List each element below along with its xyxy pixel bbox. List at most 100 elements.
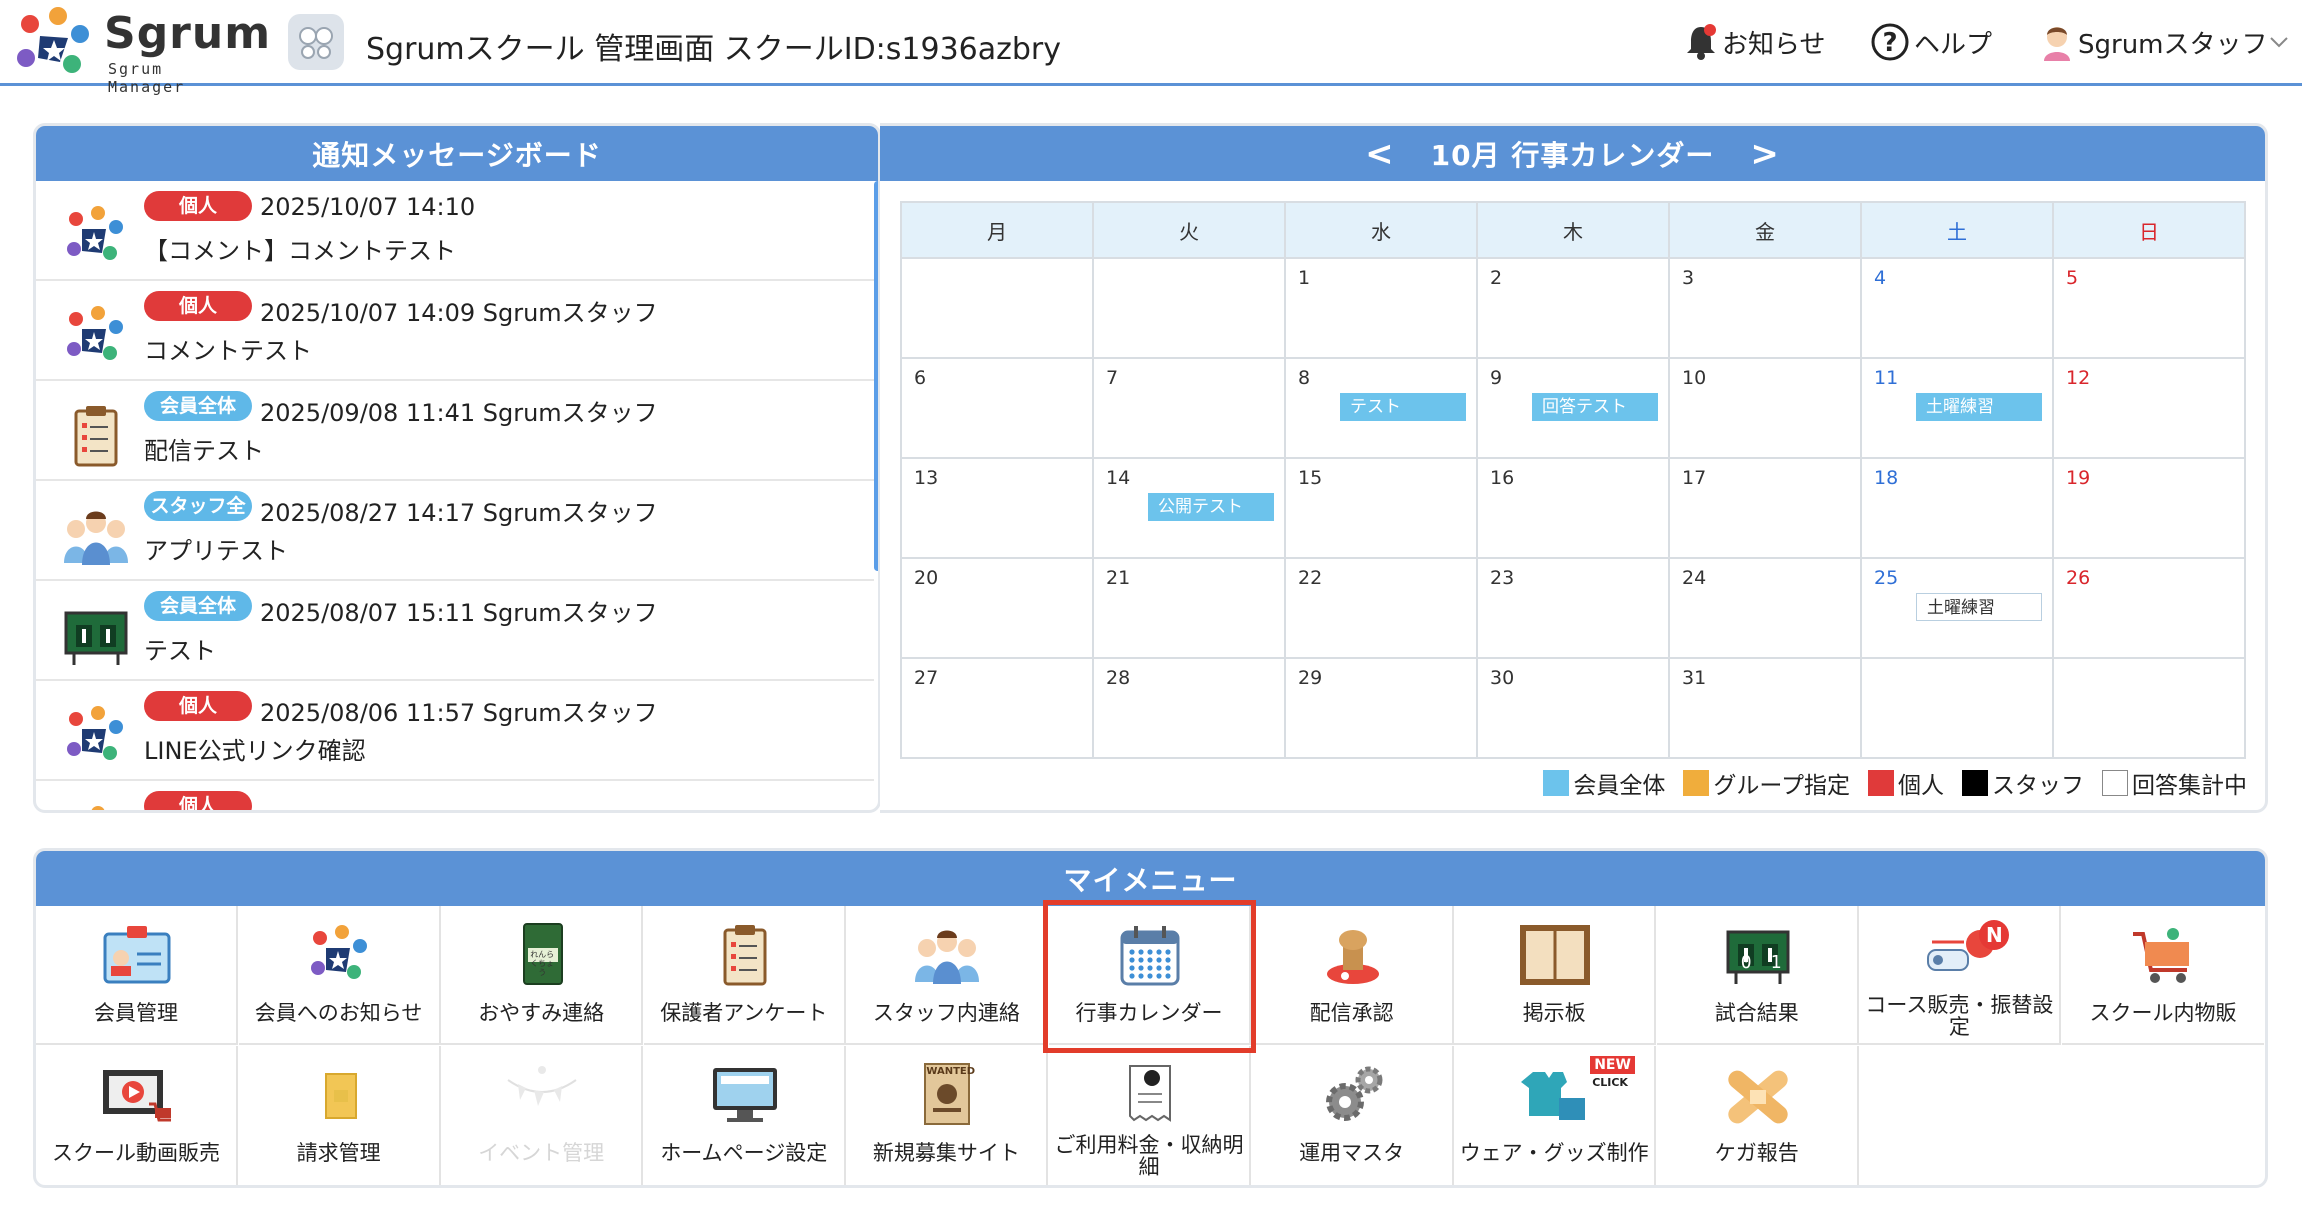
message-meta: 2025/08/06 11:57 Sgrumスタッフ: [260, 699, 658, 727]
help-link[interactable]: ? ヘルプ: [1870, 22, 1992, 62]
sgrum-logo[interactable]: Sgrum Sgrum Manager: [10, 6, 270, 96]
calendar-day[interactable]: 29: [1284, 657, 1478, 759]
message-meta: 2025/09/08 11:41 Sgrumスタッフ: [260, 399, 658, 427]
calendar-day[interactable]: 13: [900, 457, 1094, 559]
menu-item-label: ホームページ設定: [660, 1141, 828, 1165]
user-menu[interactable]: Sgrumスタッフ: [2040, 22, 2294, 62]
calendar-day[interactable]: 20: [900, 557, 1094, 659]
calendar-day[interactable]: 12: [2052, 357, 2246, 459]
notice-link[interactable]: お知らせ: [1684, 22, 1825, 62]
calendar-day[interactable]: 30: [1476, 657, 1670, 759]
calendar-day[interactable]: 19: [2052, 457, 2246, 559]
calendar-day[interactable]: 27: [900, 657, 1094, 759]
calendar-event[interactable]: テスト: [1340, 393, 1466, 421]
sgrum-logo-icon: [56, 701, 123, 761]
message-list[interactable]: 個人 2025/10/07 14:10 【コメント】コメントテスト 個人 2025/10…: [36, 181, 874, 810]
calendar-day[interactable]: 4: [1860, 257, 2054, 359]
calendar-day[interactable]: 28: [1092, 657, 1286, 759]
bulletin-board-icon: [1515, 920, 1595, 990]
menu-item-video-sale[interactable]: スクール動画販売: [36, 1046, 238, 1185]
calendar-day[interactable]: 24: [1668, 557, 1862, 659]
bandage-icon: [1718, 1060, 1798, 1130]
message-item[interactable]: 個人 2025/08/06 11:57 Sgrumスタッフ LINE公式リンク確認: [36, 681, 874, 781]
menu-item-bulletin-board[interactable]: 掲示板: [1454, 906, 1657, 1045]
calendar-event[interactable]: 公開テスト: [1148, 493, 1274, 521]
calendar-day[interactable]: 26: [2052, 557, 2246, 659]
menu-item-label: 会員管理: [94, 1001, 178, 1025]
calendar-day[interactable]: 22: [1284, 557, 1478, 659]
my-menu-panel: マイメニュー 会員管理 会員へのお知らせ おやすみ連絡 れんらくちょう 保護者アンケート…: [33, 848, 2268, 1188]
calendar-day[interactable]: 8 テスト: [1284, 357, 1478, 459]
calendar-day[interactable]: 6: [900, 357, 1094, 459]
calendar-day[interactable]: 25 土曜練習: [1860, 557, 2054, 659]
weekday-header: 水: [1284, 201, 1478, 259]
legend-item: スタッフ: [1962, 766, 2084, 800]
menu-item-staff-group[interactable]: スタッフ内連絡: [846, 906, 1049, 1045]
menu-item-course-sale[interactable]: コース販売・振替設定 N: [1859, 906, 2062, 1045]
menu-item-wanted-poster[interactable]: 新規募集サイト WANTED: [846, 1046, 1049, 1185]
calendar-day[interactable]: 15: [1284, 457, 1478, 559]
calendar-day[interactable]: 7: [1092, 357, 1286, 459]
calendar-day[interactable]: 16: [1476, 457, 1670, 559]
school-title: Sgrumスクール 管理画面 スクールID:s1936azbry: [366, 32, 1062, 67]
calendar-day[interactable]: 10: [1668, 357, 1862, 459]
menu-item-invoice-envelope[interactable]: 請求管理: [239, 1046, 441, 1185]
calendar-prev-button[interactable]: <: [1365, 134, 1395, 174]
menu-item-stamp[interactable]: 配信承認: [1251, 906, 1454, 1045]
day-number: 28: [1106, 667, 1131, 689]
menu-item-shopping-cart[interactable]: スクール内物販: [2062, 906, 2264, 1045]
menu-item-bandage[interactable]: ケガ報告: [1657, 1046, 1859, 1185]
message-item[interactable]: 個人 2025/10/07 14:10 【コメント】コメントテスト: [36, 181, 874, 281]
menu-item-receipt[interactable]: ご利用料金・収納明細: [1049, 1046, 1251, 1185]
menu-item-contact-book[interactable]: おやすみ連絡 れんらくちょう: [441, 906, 644, 1045]
day-number: 8: [1298, 367, 1311, 389]
message-item[interactable]: 個人 2025/10/07 14:09 Sgrumスタッフ コメントテスト: [36, 281, 874, 381]
calendar-day[interactable]: [900, 257, 1094, 359]
calendar-day[interactable]: 11 土曜練習: [1860, 357, 2054, 459]
calendar-day[interactable]: 2: [1476, 257, 1670, 359]
scoreboard-icon: [56, 601, 128, 665]
menu-item-clipboard[interactable]: 保護者アンケート: [643, 906, 846, 1045]
calendar-day[interactable]: 5: [2052, 257, 2246, 359]
calendar-next-button[interactable]: >: [1750, 134, 1780, 174]
message-item[interactable]: スタッフ全体 2025/08/27 14:17 Sgrumスタッフ アプリテスト: [36, 481, 874, 581]
calendar-day[interactable]: 9 回答テスト: [1476, 357, 1670, 459]
stamp-icon: [1313, 920, 1393, 990]
my-menu-title: マイメニュー: [36, 851, 2265, 906]
weekday-header: 土: [1860, 201, 2054, 259]
menu-item-scoreboard[interactable]: 試合結果 0 1: [1656, 906, 1859, 1045]
chevron-down-icon: [2269, 37, 2288, 48]
calendar-event[interactable]: 回答テスト: [1532, 393, 1658, 421]
calendar-event[interactable]: 土曜練習: [1916, 393, 2042, 421]
calendar-event[interactable]: 土曜練習: [1916, 593, 2042, 621]
calendar-day[interactable]: 23: [1476, 557, 1670, 659]
calendar-day[interactable]: [2052, 657, 2246, 759]
message-item[interactable]: 会員全体 2025/08/07 15:11 Sgrumスタッフ テスト: [36, 581, 874, 681]
menu-item-gears[interactable]: 運用マスタ: [1252, 1046, 1454, 1185]
calendar-day[interactable]: 18: [1860, 457, 2054, 559]
menu-item-member-card[interactable]: 会員管理: [36, 906, 238, 1045]
calendar-week: 27 28 29 30 31: [900, 657, 2246, 759]
calendar-day[interactable]: 3: [1668, 257, 1862, 359]
menu-item-calendar[interactable]: 行事カレンダー: [1049, 906, 1251, 1045]
message-badge: 個人: [144, 791, 252, 810]
calendar-day[interactable]: [1092, 257, 1286, 359]
calendar-day[interactable]: 21: [1092, 557, 1286, 659]
calendar-day[interactable]: [1860, 657, 2054, 759]
message-badge: 会員全体: [144, 591, 252, 621]
menu-item-monitor[interactable]: ホームページ設定: [644, 1046, 846, 1185]
day-number: 21: [1106, 567, 1131, 589]
gears-icon: [1313, 1060, 1393, 1130]
calendar-day[interactable]: 17: [1668, 457, 1862, 559]
monitor-icon: [705, 1060, 785, 1130]
message-item[interactable]: 会員全体 2025/09/08 11:41 Sgrumスタッフ 配信テスト: [36, 381, 874, 481]
menu-item-sgrum-logo[interactable]: 会員へのお知らせ: [238, 906, 441, 1045]
calendar-day[interactable]: 14 公開テスト: [1092, 457, 1286, 559]
message-board-panel: 通知メッセージボード 個人 2025/10/07 14:10 【コメント】コメントテ…: [33, 123, 881, 813]
calendar-day[interactable]: 31: [1668, 657, 1862, 759]
legend-label: スタッフ: [1992, 773, 2084, 799]
day-number: 20: [914, 567, 939, 589]
menu-item-uniform[interactable]: ウェア・グッズ制作 NEW CLICK: [1454, 1046, 1657, 1185]
message-item[interactable]: 個人: [36, 781, 874, 810]
calendar-day[interactable]: 1: [1284, 257, 1478, 359]
